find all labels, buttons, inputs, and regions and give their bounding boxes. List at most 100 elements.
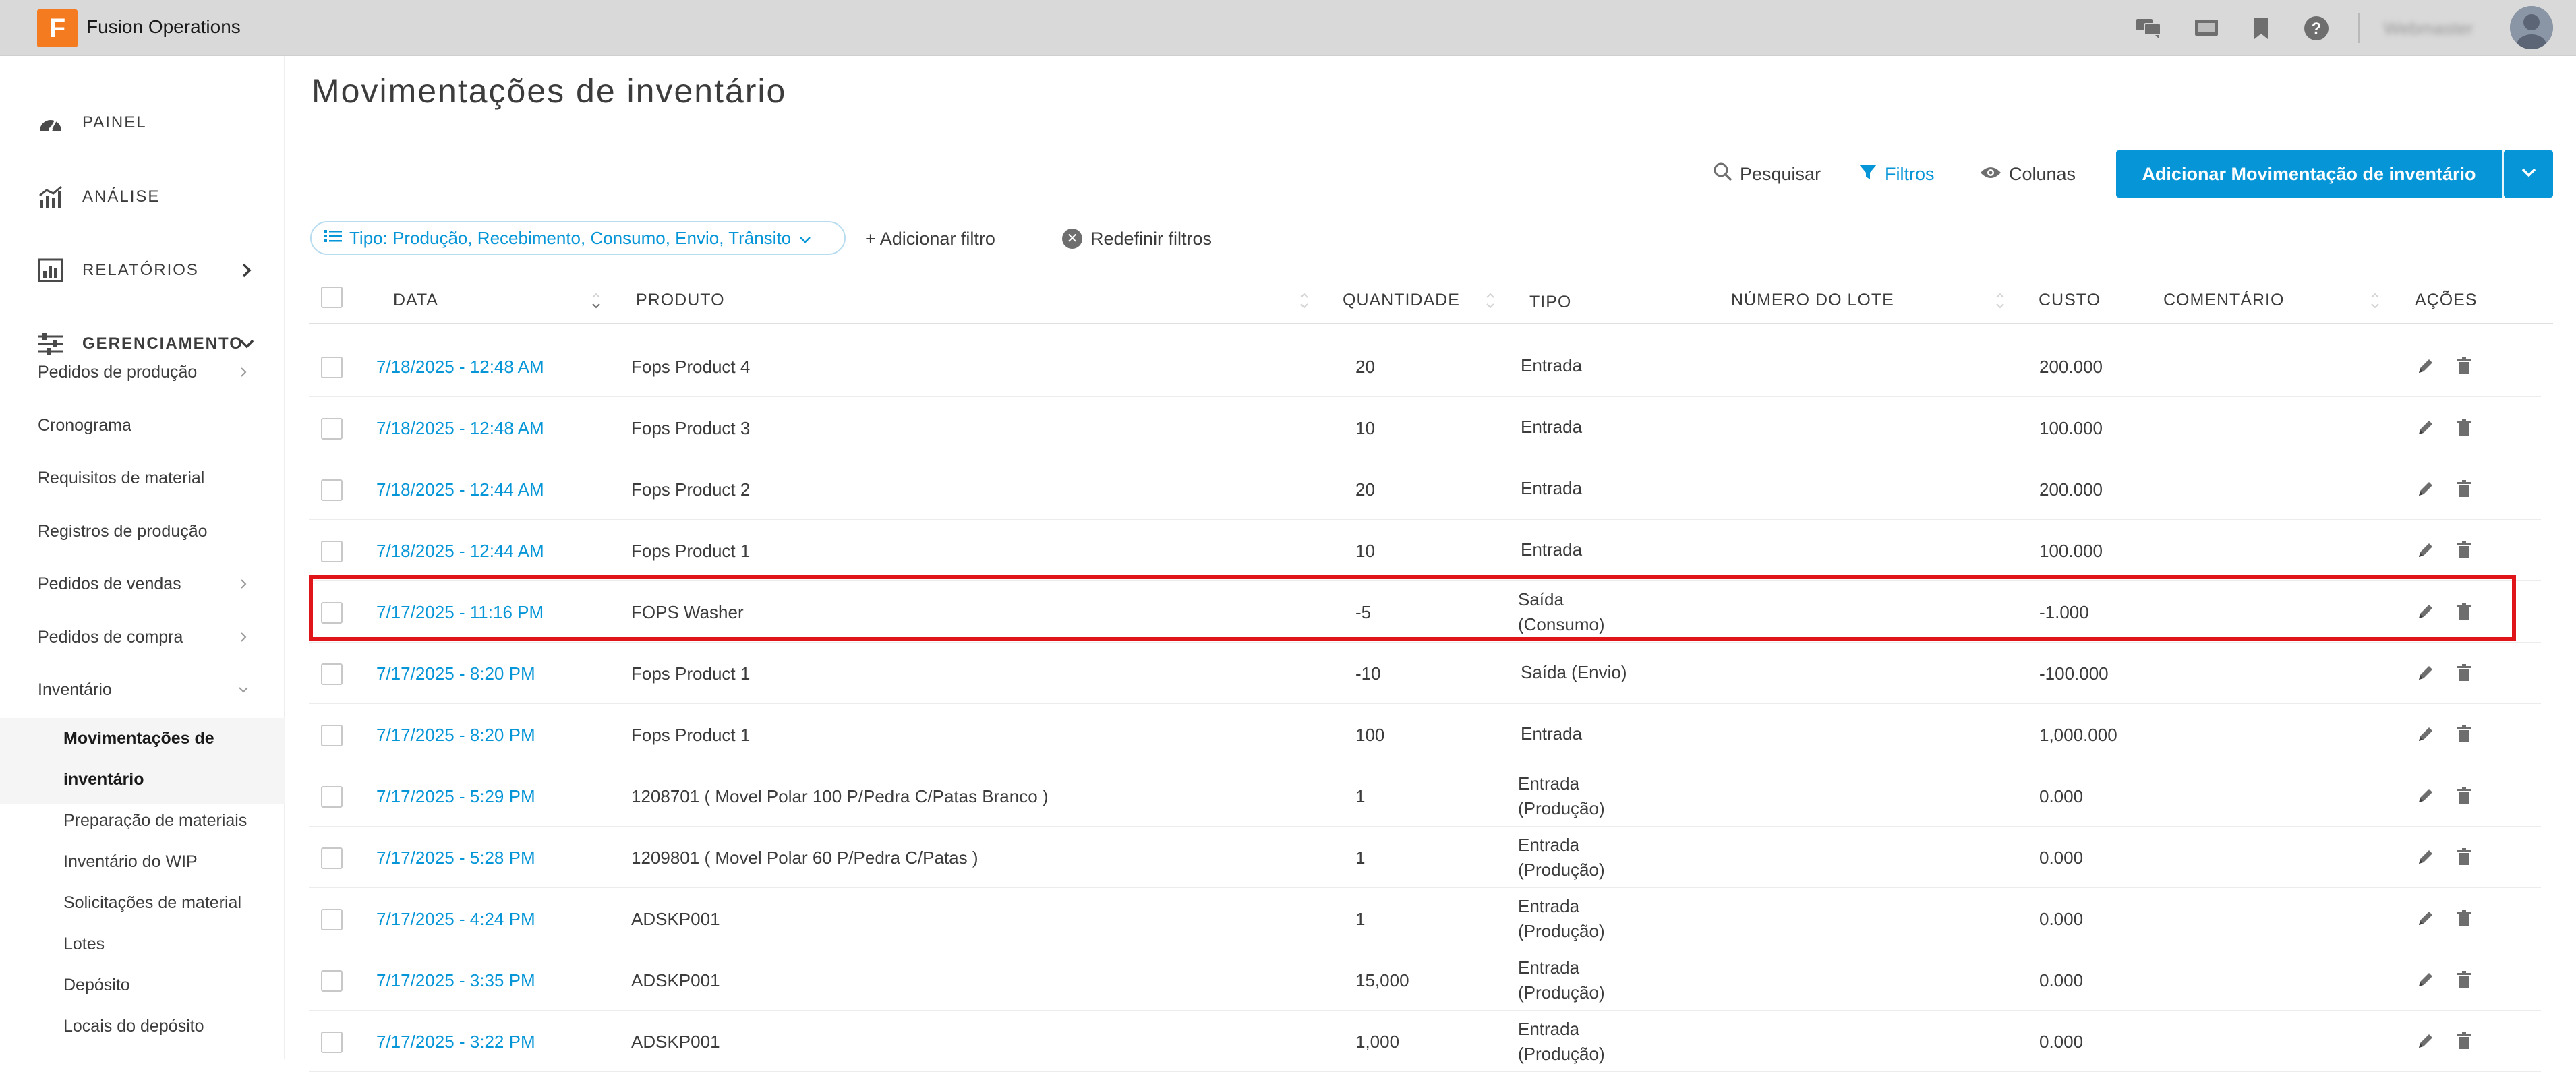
row-checkbox[interactable] bbox=[321, 663, 343, 685]
select-all-checkbox[interactable] bbox=[321, 287, 343, 308]
add-inventory-movement-button[interactable]: Adicionar Movimentação de inventário bbox=[2116, 150, 2505, 198]
edit-icon[interactable] bbox=[2416, 970, 2436, 990]
trash-icon[interactable] bbox=[2454, 847, 2474, 867]
edit-icon[interactable] bbox=[2416, 479, 2436, 499]
sidebar-item-inventario[interactable]: Inventário bbox=[38, 676, 112, 703]
sort-icon[interactable] bbox=[591, 290, 602, 311]
table-row[interactable]: 7/18/2025 - 12:44 AM Fops Product 1 10 Entr… bbox=[309, 520, 2541, 581]
row-date-link[interactable]: 7/17/2025 - 4:24 PM bbox=[376, 907, 535, 931]
table-row[interactable]: 7/17/2025 - 5:29 PM 1208701 ( Movel Polar… bbox=[309, 765, 2541, 827]
sidebar-item-lotes[interactable]: Lotes bbox=[63, 930, 105, 957]
sidebar-item-movimentacoes-inventario[interactable]: Movimentações de bbox=[63, 725, 214, 752]
column-header-type[interactable]: TIPO bbox=[1529, 278, 1571, 326]
row-date-link[interactable]: 7/17/2025 - 5:28 PM bbox=[376, 845, 535, 870]
sidebar-item-pedidos-vendas[interactable]: Pedidos de vendas bbox=[38, 570, 181, 597]
table-row[interactable]: 7/17/2025 - 8:20 PM Fops Product 1 -10 Saíd… bbox=[309, 643, 2541, 704]
row-date-link[interactable]: 7/18/2025 - 12:44 AM bbox=[376, 477, 544, 502]
table-row[interactable]: 7/17/2025 - 5:28 PM 1209801 ( Movel Polar… bbox=[309, 827, 2541, 888]
sort-icon[interactable] bbox=[1995, 290, 2006, 311]
column-header-cost[interactable]: CUSTO bbox=[2039, 276, 2101, 324]
edit-icon[interactable] bbox=[2416, 1031, 2436, 1051]
trash-icon[interactable] bbox=[2454, 1031, 2474, 1051]
sidebar-section-painel[interactable]: PAINEL bbox=[0, 99, 285, 146]
trash-icon[interactable] bbox=[2454, 540, 2474, 560]
row-checkbox[interactable] bbox=[321, 725, 343, 746]
trash-icon[interactable] bbox=[2454, 970, 2474, 990]
avatar[interactable] bbox=[2510, 6, 2553, 49]
row-date-link[interactable]: 7/18/2025 - 12:48 AM bbox=[376, 416, 544, 440]
edit-icon[interactable] bbox=[2416, 356, 2436, 376]
sort-icon[interactable] bbox=[1299, 290, 1310, 311]
row-date-link[interactable]: 7/18/2025 - 12:44 AM bbox=[376, 539, 544, 563]
help-icon[interactable]: ? bbox=[2302, 13, 2331, 43]
sidebar-item-movimentacoes-inventario-cont[interactable]: inventário bbox=[63, 766, 144, 793]
trash-icon[interactable] bbox=[2454, 479, 2474, 499]
sidebar-item-registros-producao[interactable]: Registros de produção bbox=[38, 518, 208, 545]
row-date-link[interactable]: 7/17/2025 - 3:22 PM bbox=[376, 1030, 535, 1054]
sidebar-item-requisitos-material[interactable]: Requisitos de material bbox=[38, 465, 204, 492]
trash-icon[interactable] bbox=[2454, 724, 2474, 744]
add-filter-button[interactable]: + Adicionar filtro bbox=[865, 225, 995, 252]
sidebar-item-pedidos-producao[interactable]: Pedidos de produção bbox=[38, 359, 197, 386]
edit-icon[interactable] bbox=[2416, 663, 2436, 683]
column-header-quantity[interactable]: QUANTIDADE bbox=[1343, 276, 1460, 324]
row-checkbox[interactable] bbox=[321, 909, 343, 930]
row-date-link[interactable]: 7/17/2025 - 8:20 PM bbox=[376, 661, 535, 686]
trash-icon[interactable] bbox=[2454, 417, 2474, 438]
sort-icon[interactable] bbox=[2370, 290, 2380, 311]
column-header-lot-number[interactable]: NÚMERO DO LOTE bbox=[1731, 276, 1894, 324]
search-button[interactable]: Pesquisar bbox=[1713, 159, 1821, 189]
edit-icon[interactable] bbox=[2416, 540, 2436, 560]
row-checkbox[interactable] bbox=[321, 847, 343, 869]
sidebar-item-solicitacoes-material[interactable]: Solicitações de material bbox=[63, 889, 241, 916]
row-checkbox[interactable] bbox=[321, 786, 343, 808]
monitor-icon[interactable] bbox=[2192, 13, 2221, 43]
trash-icon[interactable] bbox=[2454, 663, 2474, 683]
row-checkbox[interactable] bbox=[321, 541, 343, 562]
edit-icon[interactable] bbox=[2416, 785, 2436, 806]
row-checkbox[interactable] bbox=[321, 1032, 343, 1053]
filters-button[interactable]: Filtros bbox=[1858, 159, 1935, 189]
row-date-link[interactable]: 7/17/2025 - 5:29 PM bbox=[376, 784, 535, 808]
edit-icon[interactable] bbox=[2416, 847, 2436, 867]
sidebar-item-inventario-wip[interactable]: Inventário do WIP bbox=[63, 848, 198, 875]
sidebar-section-analise[interactable]: ANÁLISE bbox=[0, 173, 285, 220]
row-checkbox[interactable] bbox=[321, 357, 343, 378]
row-date-link[interactable]: 7/17/2025 - 8:20 PM bbox=[376, 723, 535, 747]
trash-icon[interactable] bbox=[2454, 908, 2474, 928]
reset-filters-button[interactable]: ✕ Redefinir filtros bbox=[1062, 225, 1212, 252]
table-row[interactable]: 7/17/2025 - 4:24 PM ADSKP001 1 Entrada (Prod… bbox=[309, 888, 2541, 949]
user-name[interactable]: Webmaster bbox=[2384, 16, 2473, 40]
column-header-product[interactable]: PRODUTO bbox=[636, 276, 725, 324]
sidebar-item-cronograma[interactable]: Cronograma bbox=[38, 412, 131, 439]
column-header-comment[interactable]: COMENTÁRIO bbox=[2163, 276, 2284, 324]
table-row[interactable]: 7/17/2025 - 3:22 PM ADSKP001 1,000 Entrada (… bbox=[309, 1011, 2541, 1072]
row-date-link[interactable]: 7/18/2025 - 12:48 AM bbox=[376, 355, 544, 379]
sidebar-item-locais-deposito[interactable]: Locais do depósito bbox=[63, 1013, 204, 1040]
sidebar-item-deposito[interactable]: Depósito bbox=[63, 972, 130, 999]
sort-icon[interactable] bbox=[1485, 290, 1496, 311]
column-header-date[interactable]: DATA bbox=[393, 276, 438, 324]
table-row[interactable]: 7/18/2025 - 12:48 AM Fops Product 3 10 Entr… bbox=[309, 397, 2541, 458]
sidebar-item-preparacao-materiais[interactable]: Preparação de materiais bbox=[63, 807, 247, 834]
row-date-link[interactable]: 7/17/2025 - 3:35 PM bbox=[376, 968, 535, 992]
edit-icon[interactable] bbox=[2416, 908, 2436, 928]
bookmark-icon[interactable] bbox=[2246, 13, 2276, 43]
trash-icon[interactable] bbox=[2454, 785, 2474, 806]
type-filter-chip[interactable]: Tipo: Produção, Recebimento, Consumo, En… bbox=[310, 221, 846, 255]
sidebar-section-relatorios[interactable]: RELATÓRIOS bbox=[0, 247, 285, 294]
app-logo[interactable]: F bbox=[37, 9, 78, 47]
app-name[interactable]: Fusion Operations bbox=[86, 13, 241, 40]
table-row[interactable]: 7/17/2025 - 3:35 PM ADSKP001 15,000 Entrada… bbox=[309, 949, 2541, 1011]
edit-icon[interactable] bbox=[2416, 417, 2436, 438]
add-options-dropdown[interactable] bbox=[2505, 150, 2553, 198]
row-checkbox[interactable] bbox=[321, 418, 343, 440]
table-row[interactable]: 7/18/2025 - 12:44 AM Fops Product 2 20 Entr… bbox=[309, 458, 2541, 520]
edit-icon[interactable] bbox=[2416, 724, 2436, 744]
columns-button[interactable]: Colunas bbox=[1979, 159, 2076, 189]
row-checkbox[interactable] bbox=[321, 479, 343, 501]
chat-icon[interactable] bbox=[2134, 13, 2163, 43]
trash-icon[interactable] bbox=[2454, 356, 2474, 376]
row-checkbox[interactable] bbox=[321, 970, 343, 992]
sidebar-item-pedidos-compra[interactable]: Pedidos de compra bbox=[38, 624, 183, 651]
